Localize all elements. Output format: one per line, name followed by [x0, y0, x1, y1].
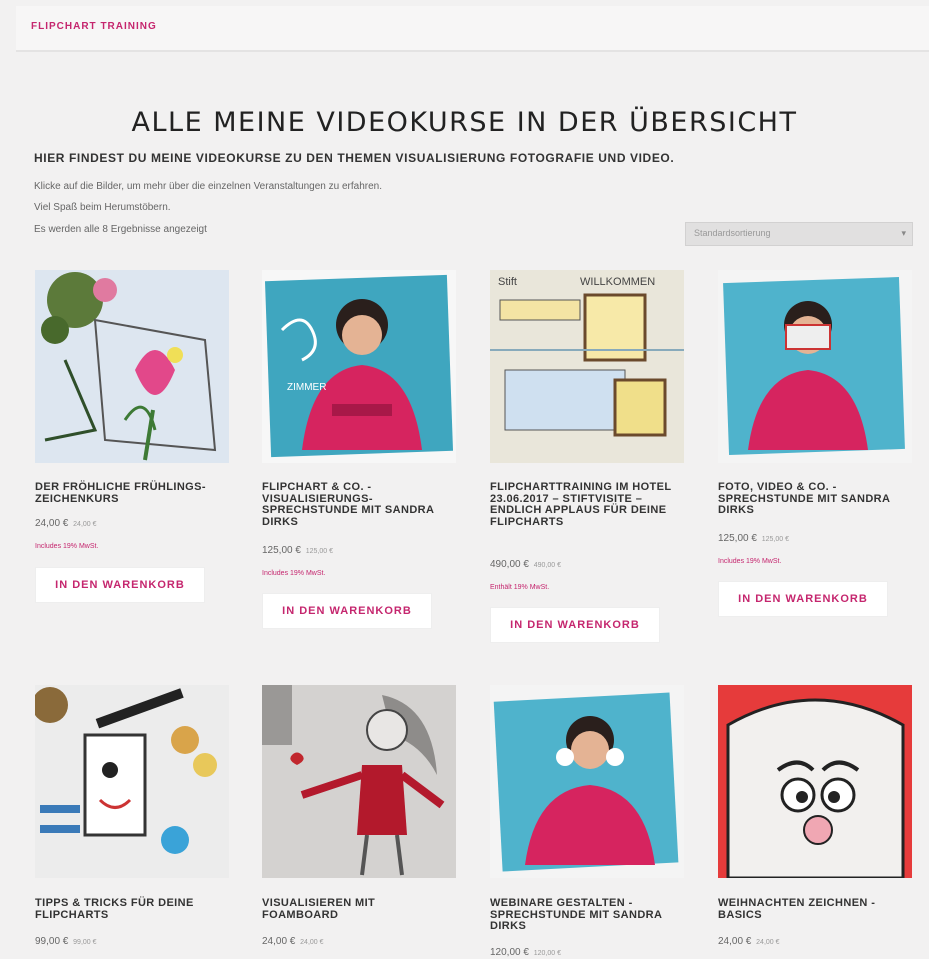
santa-drawing-image: [718, 685, 912, 878]
product-title[interactable]: TIPPS & TRICKS FÜR DEINE FLIPCHARTS: [35, 897, 225, 921]
product-price: 24,00 € 24,00 €: [35, 518, 97, 529]
flipchart-illustration-image: Stift WILLKOMMEN: [490, 270, 684, 463]
tax-note: Includes 19% MwSt.: [262, 570, 326, 577]
product-title[interactable]: WEBINARE GESTALTEN - SPRECHSTUNDE MIT SA…: [490, 897, 680, 933]
add-to-cart-button[interactable]: IN DEN WARENKORB: [490, 607, 660, 643]
tax-note: Includes 19% MwSt.: [718, 558, 782, 565]
product-price: 24,00 € 24,00 €: [262, 936, 324, 947]
portrait-photo-image: ZIMMER: [262, 270, 456, 463]
add-to-cart-button[interactable]: IN DEN WARENKORB: [262, 593, 432, 629]
intro-text: Viel Spaß beim Herumstöbern.: [34, 202, 171, 213]
portrait-photo-image: [490, 685, 684, 878]
portrait-photo-image: [718, 270, 912, 463]
tax-note: Enthält 19% MwSt.: [490, 584, 550, 591]
product-image-sprechstunde[interactable]: ZIMMER: [262, 270, 456, 463]
product-image-flowers[interactable]: [35, 270, 229, 463]
product-title[interactable]: VISUALISIEREN MIT FOAMBOARD: [262, 897, 452, 921]
chevron-down-icon: ▾: [901, 228, 906, 238]
add-to-cart-button[interactable]: IN DEN WARENKORB: [35, 567, 205, 603]
product-price: 490,00 € 490,00 €: [490, 559, 561, 570]
product-price: 24,00 € 24,00 €: [718, 936, 780, 947]
product-image-foamboard[interactable]: [262, 685, 456, 878]
product-price: 99,00 € 99,00 €: [35, 936, 97, 947]
markers-drawing-image: [35, 685, 229, 878]
product-title[interactable]: FLIPCHARTTRAINING IM HOTEL 23.06.2017 – …: [490, 481, 680, 528]
intro-text: Klicke auf die Bilder, um mehr über die …: [34, 181, 382, 192]
flower-drawing-image: [35, 270, 229, 463]
page-subtitle: HIER FINDEST DU MEINE VIDEOKURSE ZU DEN …: [34, 151, 675, 165]
tax-note: Includes 19% MwSt.: [35, 543, 99, 550]
foamboard-figure-image: [262, 685, 456, 878]
svg-text:ZIMMER: ZIMMER: [287, 382, 326, 393]
product-title[interactable]: DER FRÖHLICHE FRÜHLINGS-ZEICHENKURS: [35, 481, 225, 505]
product-price: 125,00 € 125,00 €: [262, 545, 333, 556]
product-image-foto-video[interactable]: [718, 270, 912, 463]
svg-text:Stift: Stift: [498, 276, 517, 288]
product-image-weihnachten[interactable]: [718, 685, 912, 878]
product-image-tipps-tricks[interactable]: [35, 685, 229, 878]
product-image-hotel-training[interactable]: Stift WILLKOMMEN: [490, 270, 684, 463]
sort-select[interactable]: Standardsortierung ▾: [685, 222, 913, 246]
site-brand-link[interactable]: FLIPCHART TRAINING: [31, 21, 157, 32]
site-header: FLIPCHART TRAINING: [16, 6, 929, 52]
product-title[interactable]: WEIHNACHTEN ZEICHNEN - BASICS: [718, 897, 908, 921]
product-price: 120,00 € 120,00 €: [490, 947, 561, 958]
sort-selected-label: Standardsortierung: [694, 228, 771, 238]
product-title[interactable]: FOTO, VIDEO & CO. - SPRECHSTUNDE MIT SAN…: [718, 481, 908, 517]
svg-text:WILLKOMMEN: WILLKOMMEN: [580, 276, 655, 288]
result-count: Es werden alle 8 Ergebnisse angezeigt: [34, 224, 207, 235]
add-to-cart-button[interactable]: IN DEN WARENKORB: [718, 581, 888, 617]
product-title[interactable]: FLIPCHART & CO. - VISUALISIERUNGS-SPRECH…: [262, 481, 452, 528]
product-image-webinare[interactable]: [490, 685, 684, 878]
page-title: ALLE MEINE VIDEOKURSE IN DER ÜBERSICHT: [131, 107, 798, 138]
product-price: 125,00 € 125,00 €: [718, 533, 789, 544]
